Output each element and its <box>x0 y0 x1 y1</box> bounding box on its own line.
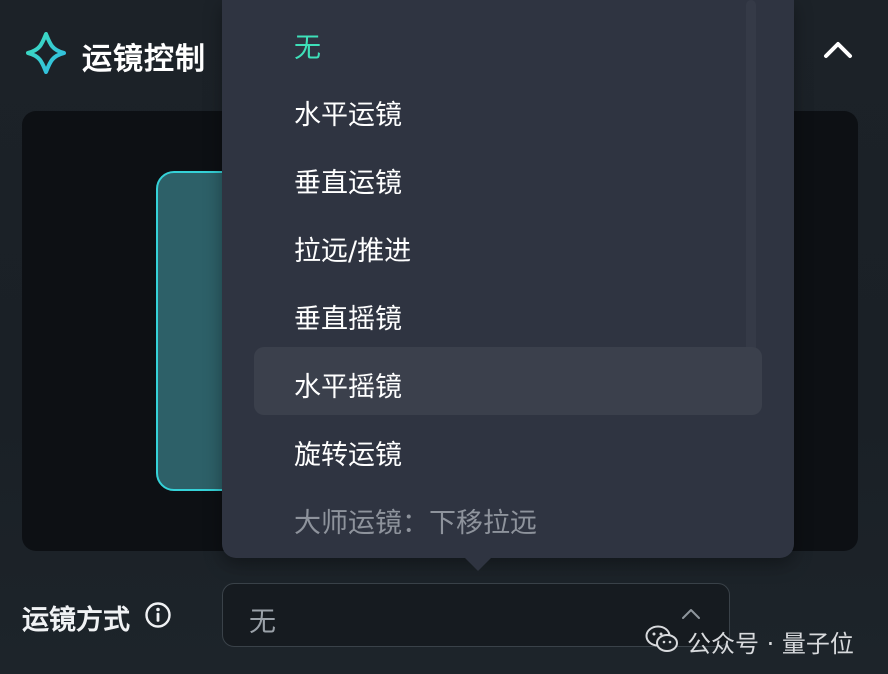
option-horizontal-move[interactable]: 水平运镜 <box>254 75 762 143</box>
page-title: 运镜控制 <box>82 42 206 77</box>
option-label: 垂直摇镜 <box>294 304 402 335</box>
option-none[interactable]: 无 <box>254 8 762 76</box>
option-master-move[interactable]: 大师运镜：下移拉远 <box>254 483 762 551</box>
option-vertical-move[interactable]: 垂直运镜 <box>254 143 762 211</box>
select-value: 无 <box>249 607 276 638</box>
option-rotate[interactable]: 旋转运镜 <box>254 415 762 483</box>
option-horizontal-pan[interactable]: 水平摇镜 <box>254 347 762 415</box>
option-label: 拉远/推进 <box>294 236 412 267</box>
option-label: 大师运镜：下移拉远 <box>294 508 537 539</box>
option-label: 无 <box>294 33 321 64</box>
watermark-text: 公众号 · 量子位 <box>687 630 854 658</box>
sparkle-logo-icon <box>26 32 66 74</box>
option-label: 旋转运镜 <box>294 440 402 471</box>
collapse-button[interactable] <box>818 30 858 70</box>
camera-mode-label: 运镜方式 <box>22 605 130 636</box>
option-zoom[interactable]: 拉远/推进 <box>254 211 762 279</box>
option-vertical-pan[interactable]: 垂直摇镜 <box>254 279 762 347</box>
option-label: 水平摇镜 <box>294 372 402 403</box>
info-circle-icon[interactable] <box>144 601 172 629</box>
dropdown-pointer <box>464 557 492 571</box>
option-label: 垂直运镜 <box>294 168 402 199</box>
chevron-up-icon <box>682 609 700 619</box>
wechat-icon <box>645 625 678 652</box>
option-label: 水平运镜 <box>294 100 402 131</box>
